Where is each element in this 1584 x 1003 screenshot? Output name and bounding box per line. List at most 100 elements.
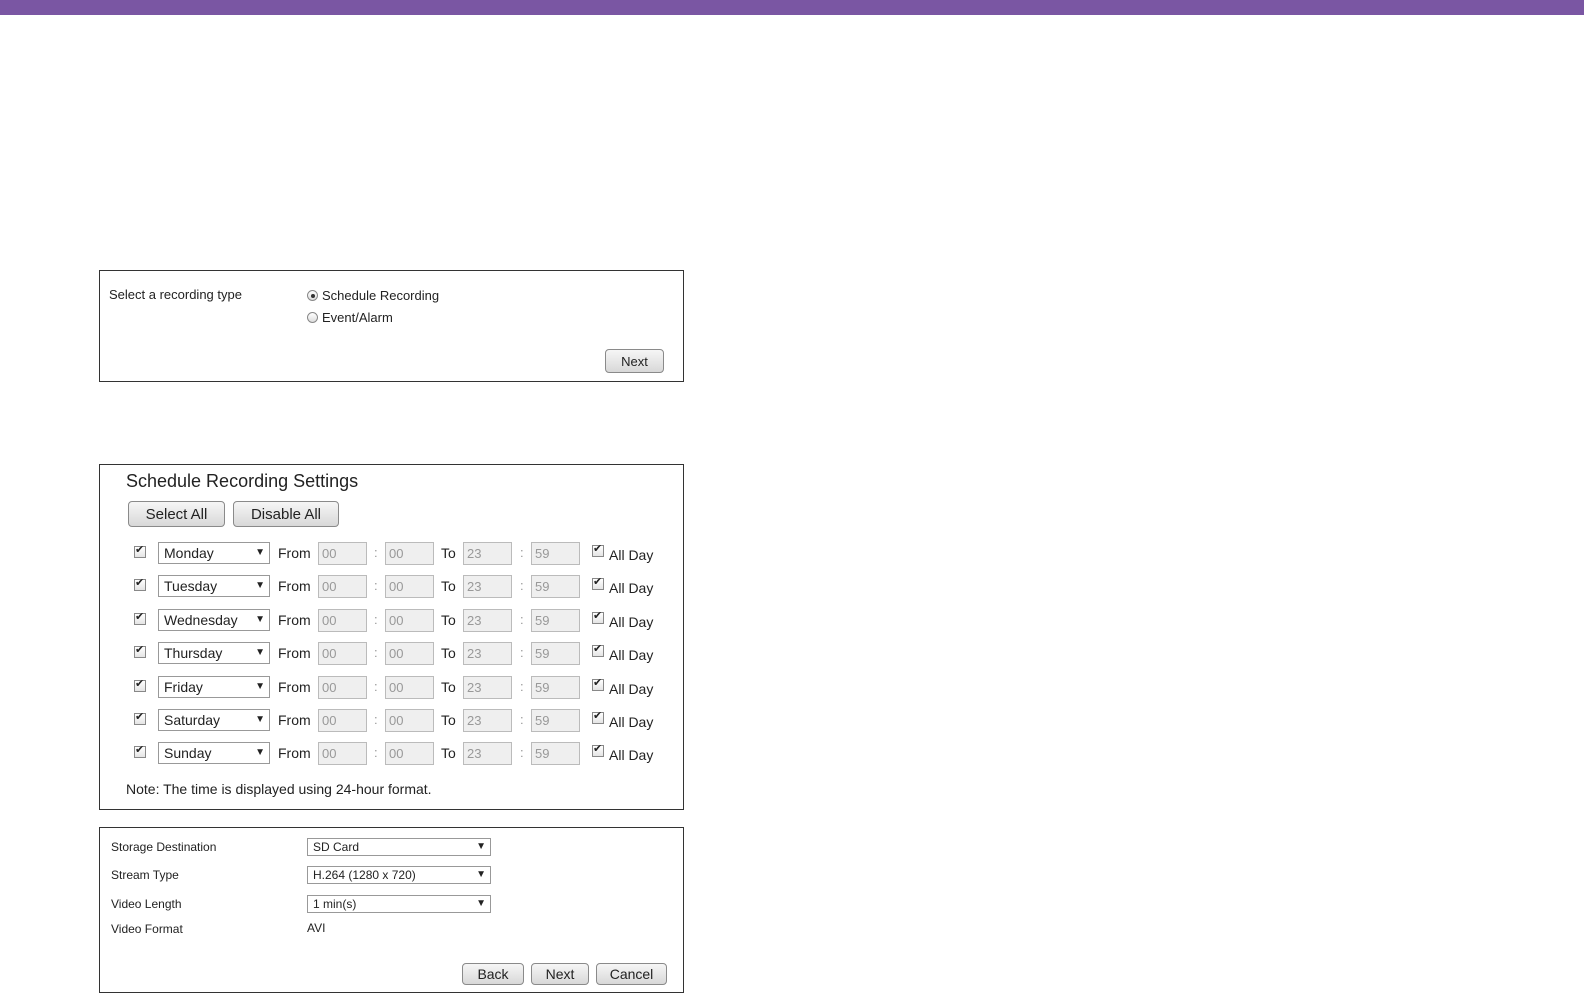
day-select[interactable]: Tuesday ▼ bbox=[158, 575, 270, 598]
storage-settings-panel: Storage Destination SD Card ▼ Stream Typ… bbox=[99, 827, 684, 993]
schedule-recording-radio[interactable] bbox=[307, 290, 318, 301]
to-minute-input[interactable]: 59 bbox=[531, 709, 580, 732]
day-select[interactable]: Sunday ▼ bbox=[158, 742, 270, 765]
video-length-label: Video Length bbox=[111, 897, 182, 911]
to-hour-input[interactable]: 23 bbox=[463, 608, 512, 632]
to-hour-input[interactable]: 23 bbox=[463, 542, 512, 565]
from-label: From bbox=[278, 678, 311, 695]
from-minute-input[interactable]: 00 bbox=[385, 642, 434, 666]
from-hour-input[interactable]: 00 bbox=[318, 642, 367, 666]
stream-type-value: H.264 (1280 x 720) bbox=[313, 868, 416, 882]
to-hour-input[interactable]: 23 bbox=[463, 642, 512, 666]
from-hour-input[interactable]: 00 bbox=[318, 742, 367, 766]
from-hour-input[interactable]: 00 bbox=[318, 675, 367, 699]
all-day-checkbox[interactable] bbox=[592, 709, 604, 724]
to-hour-input[interactable]: 23 bbox=[463, 675, 512, 699]
back-button[interactable]: Back bbox=[462, 963, 524, 985]
from-minute-input[interactable]: 00 bbox=[385, 675, 434, 699]
all-day-checkbox[interactable] bbox=[592, 642, 604, 658]
schedule-row: Wednesday▼From00:00To23:59All Day bbox=[134, 608, 674, 633]
from-hour-input[interactable]: 00 bbox=[318, 575, 367, 599]
day-select[interactable]: Thursday ▼ bbox=[158, 642, 270, 665]
time-separator: : bbox=[374, 712, 378, 727]
chevron-down-icon: ▼ bbox=[255, 580, 265, 592]
event-alarm-option[interactable]: Event/Alarm bbox=[307, 310, 393, 325]
from-minute-input[interactable]: 00 bbox=[385, 542, 434, 565]
all-day-label: All Day bbox=[609, 747, 654, 764]
schedule-row: Sunday▼From00:00To23:59All Day bbox=[134, 742, 674, 766]
next-button[interactable]: Next bbox=[531, 963, 589, 985]
to-minute-input[interactable]: 59 bbox=[531, 608, 580, 632]
from-label: From bbox=[278, 712, 311, 728]
all-day-checkbox[interactable] bbox=[592, 742, 604, 758]
next-button[interactable]: Next bbox=[605, 349, 664, 373]
from-hour-input[interactable]: 00 bbox=[318, 608, 367, 632]
to-minute-input[interactable]: 59 bbox=[531, 675, 580, 699]
video-length-select[interactable]: 1 min(s) ▼ bbox=[307, 895, 491, 913]
stream-type-select[interactable]: H.264 (1280 x 720) ▼ bbox=[307, 866, 491, 884]
chevron-down-icon: ▼ bbox=[255, 613, 265, 625]
time-separator: : bbox=[520, 645, 524, 661]
select-all-button[interactable]: Select All bbox=[128, 501, 225, 527]
all-day-checkbox[interactable] bbox=[592, 676, 604, 691]
chevron-down-icon: ▼ bbox=[476, 841, 486, 852]
all-day-label: All Day bbox=[609, 580, 654, 597]
all-day-checkbox[interactable] bbox=[592, 542, 604, 557]
video-format-label: Video Format bbox=[111, 922, 183, 936]
disable-all-button[interactable]: Disable All bbox=[233, 501, 339, 527]
day-select-value: Wednesday bbox=[164, 611, 238, 628]
day-enable-checkbox[interactable] bbox=[134, 576, 146, 592]
from-hour-input[interactable]: 00 bbox=[318, 542, 367, 565]
day-select-value: Monday bbox=[164, 545, 214, 561]
from-hour-input[interactable]: 00 bbox=[318, 709, 367, 732]
from-minute-input[interactable]: 00 bbox=[385, 742, 434, 766]
to-hour-input[interactable]: 23 bbox=[463, 575, 512, 599]
to-minute-input[interactable]: 59 bbox=[531, 642, 580, 666]
day-enable-checkbox[interactable] bbox=[134, 543, 146, 558]
day-select-value: Saturday bbox=[164, 712, 221, 728]
to-label: To bbox=[441, 645, 456, 662]
day-select-value: Friday bbox=[164, 678, 203, 695]
to-minute-input[interactable]: 59 bbox=[531, 542, 580, 565]
all-day-checkbox[interactable] bbox=[592, 575, 604, 591]
to-label: To bbox=[441, 678, 456, 695]
time-separator: : bbox=[374, 678, 378, 694]
all-day-checkbox[interactable] bbox=[592, 609, 604, 624]
day-select[interactable]: Wednesday ▼ bbox=[158, 608, 270, 631]
from-minute-input[interactable]: 00 bbox=[385, 608, 434, 632]
day-select-value: Sunday bbox=[164, 745, 212, 762]
to-hour-input[interactable]: 23 bbox=[463, 742, 512, 766]
schedule-recording-option[interactable]: Schedule Recording bbox=[307, 288, 439, 303]
to-minute-input[interactable]: 59 bbox=[531, 742, 580, 766]
day-enable-checkbox[interactable] bbox=[134, 610, 146, 625]
day-select[interactable]: Friday ▼ bbox=[158, 675, 270, 698]
schedule-row: Saturday▼From00:00To23:59All Day bbox=[134, 709, 674, 733]
schedule-row: Friday▼From00:00To23:59All Day bbox=[134, 675, 674, 700]
event-alarm-radio[interactable] bbox=[307, 312, 318, 323]
day-select[interactable]: Saturday ▼ bbox=[158, 709, 270, 731]
cancel-button[interactable]: Cancel bbox=[596, 963, 667, 985]
to-minute-input[interactable]: 59 bbox=[531, 575, 580, 599]
time-separator: : bbox=[374, 745, 378, 761]
storage-destination-select[interactable]: SD Card ▼ bbox=[307, 838, 491, 856]
day-select-value: Thursday bbox=[164, 645, 223, 662]
day-enable-checkbox[interactable] bbox=[134, 710, 146, 725]
to-hour-input[interactable]: 23 bbox=[463, 709, 512, 732]
day-select[interactable]: Monday ▼ bbox=[158, 542, 270, 564]
video-length-value: 1 min(s) bbox=[313, 897, 357, 911]
day-enable-checkbox[interactable] bbox=[134, 743, 146, 759]
time-separator: : bbox=[374, 611, 378, 627]
time-separator: : bbox=[520, 611, 524, 627]
day-enable-checkbox[interactable] bbox=[134, 643, 146, 659]
day-enable-checkbox[interactable] bbox=[134, 677, 146, 692]
chevron-down-icon: ▼ bbox=[255, 714, 265, 725]
all-day-label: All Day bbox=[609, 547, 654, 563]
time-separator: : bbox=[374, 545, 378, 560]
chevron-down-icon: ▼ bbox=[476, 869, 486, 880]
top-banner bbox=[0, 0, 1584, 15]
from-minute-input[interactable]: 00 bbox=[385, 575, 434, 599]
from-label: From bbox=[278, 578, 311, 595]
event-alarm-label: Event/Alarm bbox=[322, 310, 393, 325]
day-select-value: Tuesday bbox=[164, 578, 218, 595]
from-minute-input[interactable]: 00 bbox=[385, 709, 434, 732]
